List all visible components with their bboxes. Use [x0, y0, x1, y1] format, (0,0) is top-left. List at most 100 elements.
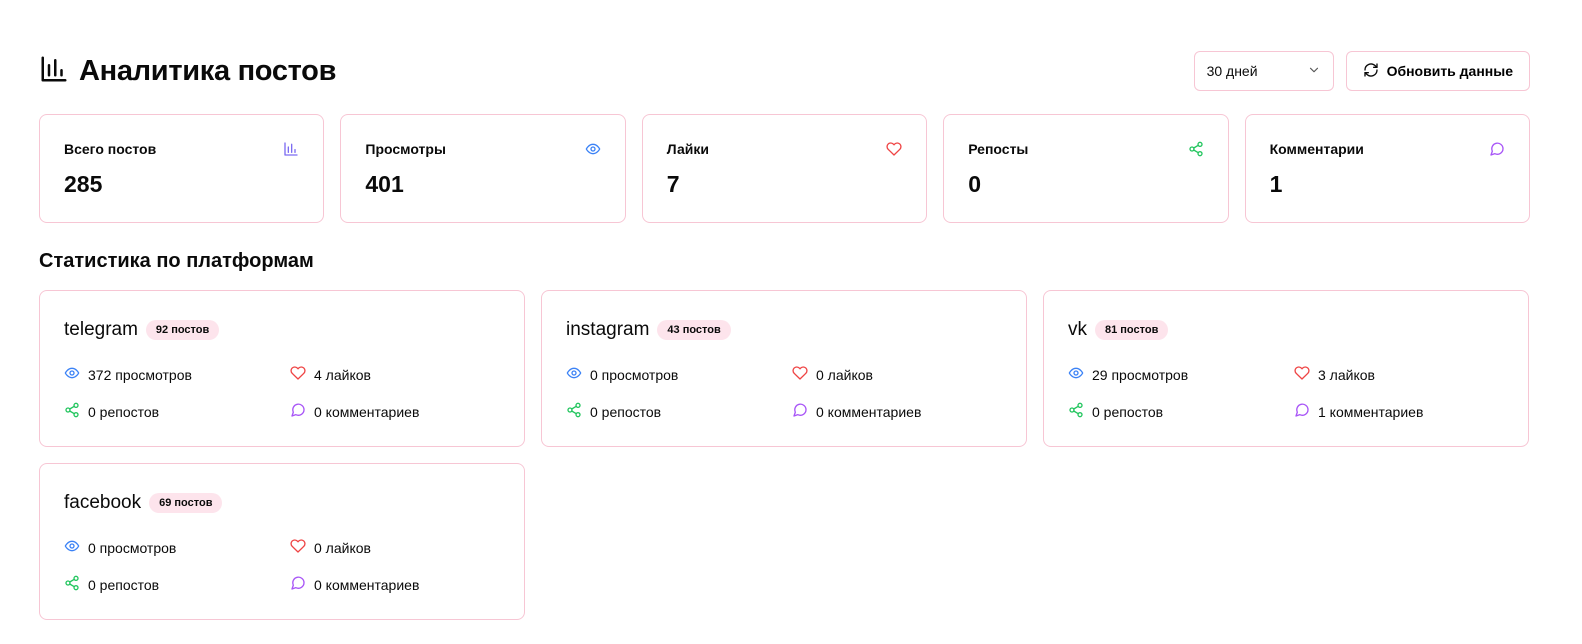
message-circle-icon: [1294, 402, 1310, 421]
period-select[interactable]: 30 дней: [1193, 51, 1334, 91]
metric-views: 0 просмотров: [64, 538, 290, 557]
metric-likes-text: 0 лайков: [314, 539, 371, 556]
eye-icon: [566, 365, 582, 384]
posts-count-badge: 81 постов: [1095, 320, 1169, 340]
section-title-platforms: Статистика по платформам: [39, 250, 314, 272]
posts-count-badge: 43 постов: [657, 320, 731, 340]
page-header: Аналитика постов 30 дней Обновить данные: [39, 51, 1530, 91]
metric-reposts: 0 репостов: [1068, 402, 1294, 421]
refresh-icon: [1363, 62, 1379, 81]
metric-views-text: 0 просмотров: [590, 366, 679, 383]
share-icon: [566, 402, 582, 421]
heart-icon: [886, 141, 902, 157]
metric-comments: 0 комментариев: [290, 575, 500, 594]
metric-reposts: 0 репостов: [64, 575, 290, 594]
metric-comments-text: 0 комментариев: [314, 403, 420, 420]
platform-card-instagram: instagram 43 постов 0 просмотров 0 лайко…: [541, 290, 1027, 447]
period-select-value: 30 дней: [1206, 63, 1258, 79]
eye-icon: [585, 141, 601, 157]
chevron-down-icon: [1307, 63, 1321, 80]
metric-likes-text: 0 лайков: [816, 366, 873, 383]
platform-card-header: vk 81 постов: [1068, 317, 1504, 343]
eye-icon: [64, 538, 80, 557]
heart-icon: [1294, 365, 1310, 384]
metric-views: 0 просмотров: [566, 365, 792, 384]
bar-chart-icon: [39, 54, 69, 89]
metric-likes-text: 4 лайков: [314, 366, 371, 383]
platform-metrics: 0 просмотров 0 лайков 0 репостов 0 комме…: [566, 365, 1002, 421]
metric-views: 372 просмотров: [64, 365, 290, 384]
eye-icon: [64, 365, 80, 384]
eye-icon: [1068, 365, 1084, 384]
stat-card-likes: Лайки 7: [641, 114, 928, 223]
heart-icon: [792, 365, 808, 384]
metric-reposts: 0 репостов: [566, 402, 792, 421]
stat-label: Просмотры: [365, 141, 446, 157]
posts-count-badge: 69 постов: [149, 493, 223, 513]
metric-likes: 3 лайков: [1294, 365, 1504, 384]
platform-card-header: instagram 43 постов: [566, 317, 1002, 343]
header-controls: 30 дней Обновить данные: [1193, 51, 1530, 91]
metric-views-text: 29 просмотров: [1092, 366, 1189, 383]
message-circle-icon: [290, 575, 306, 594]
metric-comments-text: 0 комментариев: [314, 576, 420, 593]
stat-value: 401: [365, 171, 404, 197]
stat-value: 1: [1269, 171, 1283, 197]
stat-value: 7: [666, 171, 680, 197]
metric-likes-text: 3 лайков: [1318, 366, 1375, 383]
stat-card-reposts: Репосты 0: [943, 114, 1229, 223]
metric-reposts: 0 репостов: [64, 402, 290, 421]
stat-label: Комментарии: [1269, 141, 1364, 157]
stat-label: Репосты: [968, 141, 1029, 157]
stat-label: Лайки: [666, 141, 709, 157]
metric-likes: 0 лайков: [290, 538, 500, 557]
heart-icon: [290, 538, 306, 557]
platform-name: instagram: [566, 319, 650, 340]
metric-views-text: 372 просмотров: [88, 366, 192, 383]
bar-chart-icon: [283, 141, 299, 157]
platform-name: facebook: [64, 492, 142, 513]
share-icon: [64, 575, 80, 594]
metric-views-text: 0 просмотров: [88, 539, 177, 556]
platform-card-telegram: telegram 92 постов 372 просмотров 4 лайк…: [39, 290, 525, 447]
metric-comments: 1 комментариев: [1294, 402, 1504, 421]
metric-comments: 0 комментариев: [792, 402, 1002, 421]
platform-card-header: telegram 92 постов: [64, 317, 500, 343]
metric-reposts-text: 0 репостов: [88, 403, 160, 420]
metric-reposts-text: 0 репостов: [88, 576, 160, 593]
summary-stats: Всего постов 285 Просмотры 401 Лайки 7 Р…: [39, 114, 1530, 223]
stat-label: Всего постов: [64, 141, 157, 157]
metric-views: 29 просмотров: [1068, 365, 1294, 384]
platform-name: telegram: [64, 319, 138, 340]
title-wrap: Аналитика постов: [39, 54, 336, 89]
metric-likes: 4 лайков: [290, 365, 500, 384]
metric-comments-text: 1 комментариев: [1318, 403, 1424, 420]
platform-metrics: 0 просмотров 0 лайков 0 репостов 0 комме…: [64, 538, 500, 594]
stat-value: 0: [968, 171, 981, 197]
refresh-button-label: Обновить данные: [1386, 63, 1513, 79]
stat-card-total-posts: Всего постов 285: [39, 114, 325, 223]
metric-reposts-text: 0 репостов: [590, 403, 662, 420]
platform-metrics: 29 просмотров 3 лайков 0 репостов 1 комм…: [1068, 365, 1504, 421]
posts-count-badge: 92 постов: [145, 320, 220, 340]
stat-value: 285: [64, 171, 103, 197]
metric-likes: 0 лайков: [792, 365, 1002, 384]
page-title: Аналитика постов: [79, 54, 337, 87]
share-icon: [1068, 402, 1084, 421]
stat-card-comments: Комментарии 1: [1244, 114, 1530, 223]
platform-card-facebook: facebook 69 постов 0 просмотров 0 лайков…: [39, 463, 525, 620]
metric-comments-text: 0 комментариев: [816, 403, 922, 420]
metric-comments: 0 комментариев: [290, 402, 500, 421]
platform-stats-grid: telegram 92 постов 372 просмотров 4 лайк…: [39, 290, 1530, 620]
platform-card-vk: vk 81 постов 29 просмотров 3 лайков 0 ре…: [1043, 290, 1529, 447]
platform-name: vk: [1068, 319, 1087, 340]
platform-card-header: facebook 69 постов: [64, 490, 500, 516]
share-icon: [64, 402, 80, 421]
stat-card-views: Просмотры 401: [340, 114, 626, 223]
message-circle-icon: [290, 402, 306, 421]
platform-metrics: 372 просмотров 4 лайков 0 репостов 0 ком…: [64, 365, 500, 421]
share-icon: [1188, 141, 1204, 157]
message-circle-icon: [1489, 141, 1505, 157]
refresh-button[interactable]: Обновить данные: [1345, 51, 1530, 91]
metric-reposts-text: 0 репостов: [1092, 403, 1164, 420]
